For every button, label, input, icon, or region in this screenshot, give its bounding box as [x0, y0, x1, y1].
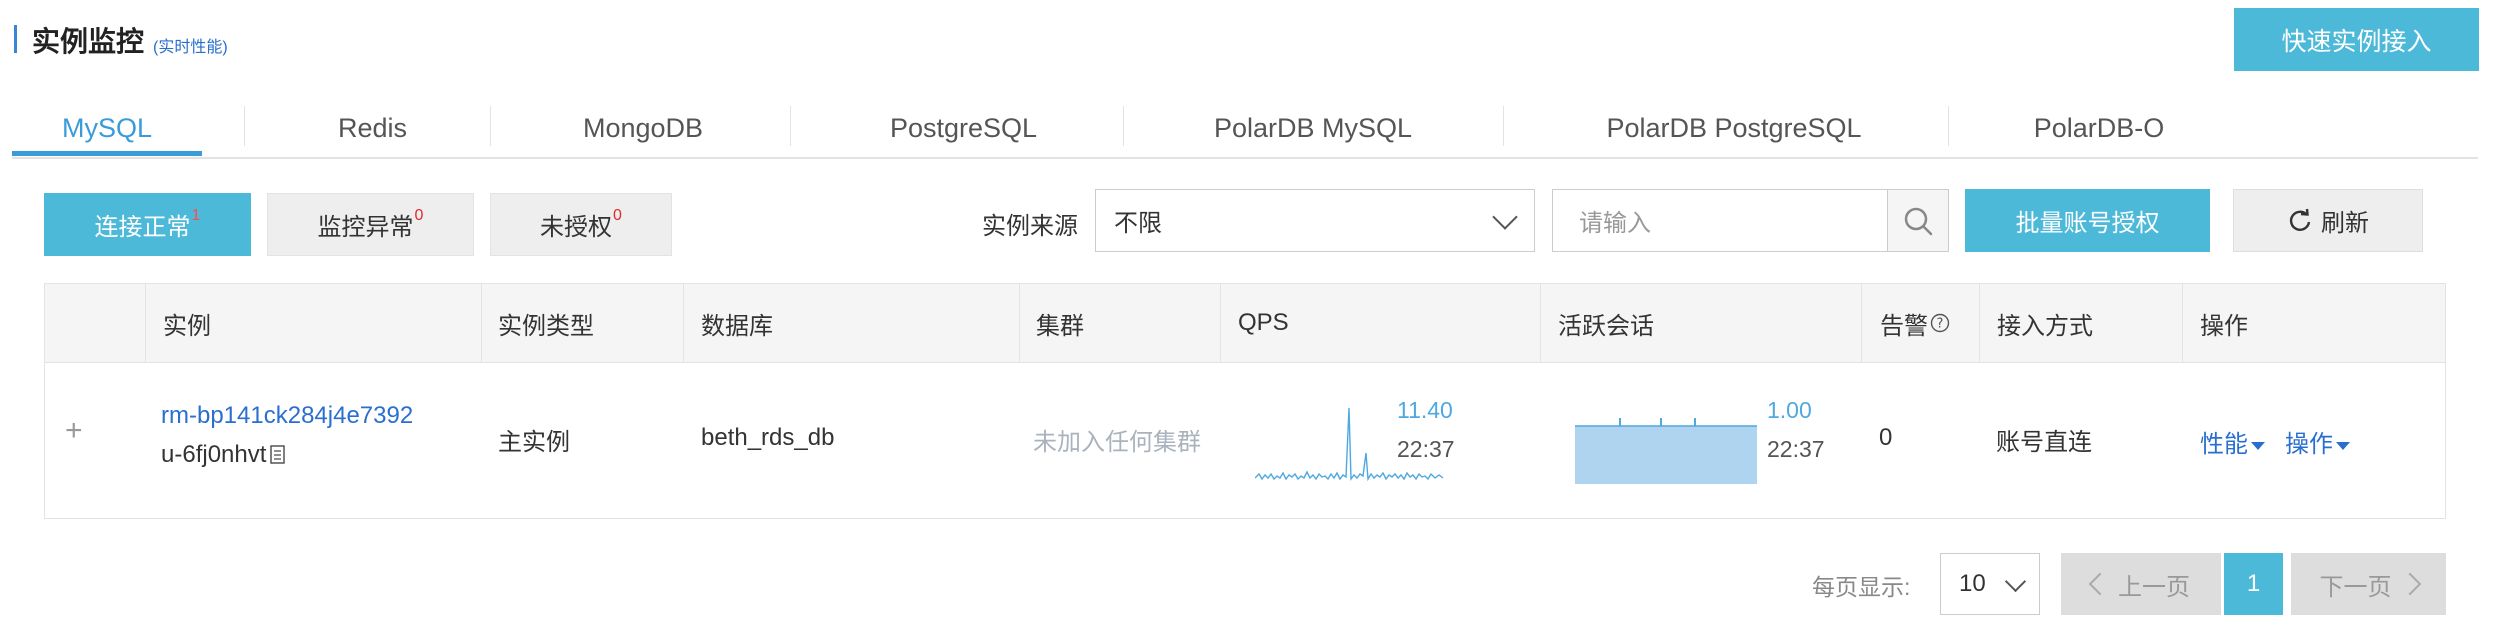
current-page-button[interactable]: 1: [2224, 553, 2283, 615]
refresh-button[interactable]: 刷新: [2233, 189, 2423, 252]
caret-down-icon: [2336, 441, 2350, 450]
instance-sub-id: u-6fj0nhvt: [161, 441, 288, 469]
instance-id-link[interactable]: rm-bp141ck284j4e7392: [161, 402, 413, 430]
column-header-type: 实例类型: [498, 312, 594, 340]
chevron-down-icon: [2004, 570, 2027, 593]
tab-mongodb[interactable]: MongoDB: [491, 100, 795, 157]
tab-postgresql[interactable]: PostgreSQL: [791, 100, 1136, 157]
refresh-label: 刷新: [2321, 210, 2369, 237]
filter-unauthorized-button[interactable]: 未授权 0: [490, 193, 672, 256]
alert-count: 0: [1879, 424, 1893, 451]
column-divider: [1861, 284, 1862, 362]
tab-mysql[interactable]: MySQL: [12, 100, 202, 157]
active-sessions-value: 1.00: [1767, 397, 1812, 423]
instance-type: 主实例: [498, 429, 570, 456]
next-page-label: 下一页: [2319, 573, 2392, 601]
db-type-tabs: MySQL Redis MongoDB PostgreSQL PolarDB M…: [12, 100, 2478, 159]
performance-dropdown[interactable]: 性能: [2200, 424, 2265, 459]
page-size-label: 每页显示:: [1812, 574, 1911, 600]
tab-polardb-o[interactable]: PolarDB-O: [1949, 100, 2249, 157]
filter-monitor-error-label: 监控异常: [317, 214, 414, 241]
chevron-left-icon: [2088, 572, 2112, 596]
help-icon[interactable]: ?: [1930, 313, 1950, 333]
chevron-right-icon: [2398, 572, 2421, 596]
active-tab-indicator: [12, 151, 202, 156]
column-divider: [1019, 284, 1020, 362]
column-header-cluster: 集群: [1036, 312, 1084, 340]
filter-monitor-error-button[interactable]: 监控异常 0: [267, 193, 474, 256]
operations-dropdown[interactable]: 操作: [2285, 424, 2350, 459]
column-header-actions: 操作: [2200, 312, 2248, 340]
column-header-instance: 实例: [163, 312, 211, 340]
column-divider: [481, 284, 482, 362]
caret-down-icon: [2251, 441, 2265, 450]
tab-polardb-mysql[interactable]: PolarDB MySQL: [1124, 100, 1502, 157]
filter-connected-count: 1: [191, 206, 201, 224]
filter-connected-label: 连接正常: [94, 214, 191, 241]
column-header-database: 数据库: [701, 312, 773, 340]
filter-unauthorized-label: 未授权: [540, 214, 613, 241]
column-divider: [2182, 284, 2183, 362]
batch-authorize-button[interactable]: 批量账号授权: [1965, 189, 2210, 252]
page-size-select[interactable]: 10: [1940, 553, 2040, 615]
column-header-active-sessions: 活跃会话: [1558, 312, 1654, 340]
page-subtitle: (实时性能): [153, 39, 228, 56]
instance-source-label: 实例来源: [982, 213, 1078, 240]
tab-redis[interactable]: Redis: [245, 100, 500, 157]
next-page-button[interactable]: 下一页: [2291, 553, 2446, 615]
prev-page-label: 上一页: [2118, 573, 2190, 601]
search-input[interactable]: 请输入: [1552, 189, 1888, 252]
tab-polardb-postgresql[interactable]: PolarDB PostgreSQL: [1504, 100, 1964, 157]
search-placeholder: 请输入: [1579, 210, 1651, 237]
page-size-value: 10: [1959, 570, 1986, 597]
copy-icon[interactable]: [268, 444, 288, 466]
filter-unauthorized-count: 0: [613, 206, 622, 224]
prev-page-button[interactable]: 上一页: [2061, 553, 2221, 615]
active-sessions-chart: [1575, 418, 1757, 484]
column-divider: [683, 284, 684, 362]
search-button[interactable]: [1887, 189, 1949, 252]
active-sessions-time: 22:37: [1767, 436, 1825, 462]
column-divider: [1979, 284, 1980, 362]
column-header-alerts-label: 告警: [1880, 312, 1928, 340]
chevron-down-icon: [1492, 204, 1518, 230]
column-divider: [1220, 284, 1221, 362]
column-divider: [1540, 284, 1541, 362]
svg-text:?: ?: [1937, 317, 1944, 332]
instance-sub-id-text: u-6fj0nhvt: [161, 441, 267, 468]
cluster-status: 未加入任何集群: [1033, 429, 1201, 456]
database-name: beth_rds_db: [701, 424, 835, 451]
column-divider: [145, 284, 146, 362]
filter-monitor-error-count: 0: [414, 206, 424, 224]
instance-source-select[interactable]: 不限: [1095, 189, 1535, 252]
expand-row-icon[interactable]: +: [65, 414, 83, 448]
page-title: 实例监控: [32, 26, 145, 57]
column-header-alerts: 告警 ?: [1880, 284, 1950, 362]
instance-source-value: 不限: [1114, 210, 1162, 237]
refresh-icon: [2289, 208, 2311, 231]
performance-label: 性能: [2200, 431, 2248, 458]
operations-label: 操作: [2285, 431, 2333, 458]
column-header-qps: QPS: [1238, 309, 1289, 336]
column-header-access-mode: 接入方式: [1997, 312, 2093, 340]
access-mode: 账号直连: [1996, 429, 2092, 456]
filter-connected-button[interactable]: 连接正常 1: [44, 193, 251, 256]
quick-connect-button[interactable]: 快速实例接入: [2234, 8, 2479, 71]
table-header: 实例 实例类型 数据库 集群 QPS 活跃会话 告警 ? 接入方式 操作: [45, 284, 2445, 363]
title-accent-bar: [14, 25, 17, 53]
qps-value: 11.40: [1397, 397, 1453, 423]
qps-time: 22:37: [1397, 436, 1455, 462]
instance-table: 实例 实例类型 数据库 集群 QPS 活跃会话 告警 ? 接入方式 操作 + r…: [44, 283, 2446, 519]
search-icon: [1904, 207, 1933, 236]
